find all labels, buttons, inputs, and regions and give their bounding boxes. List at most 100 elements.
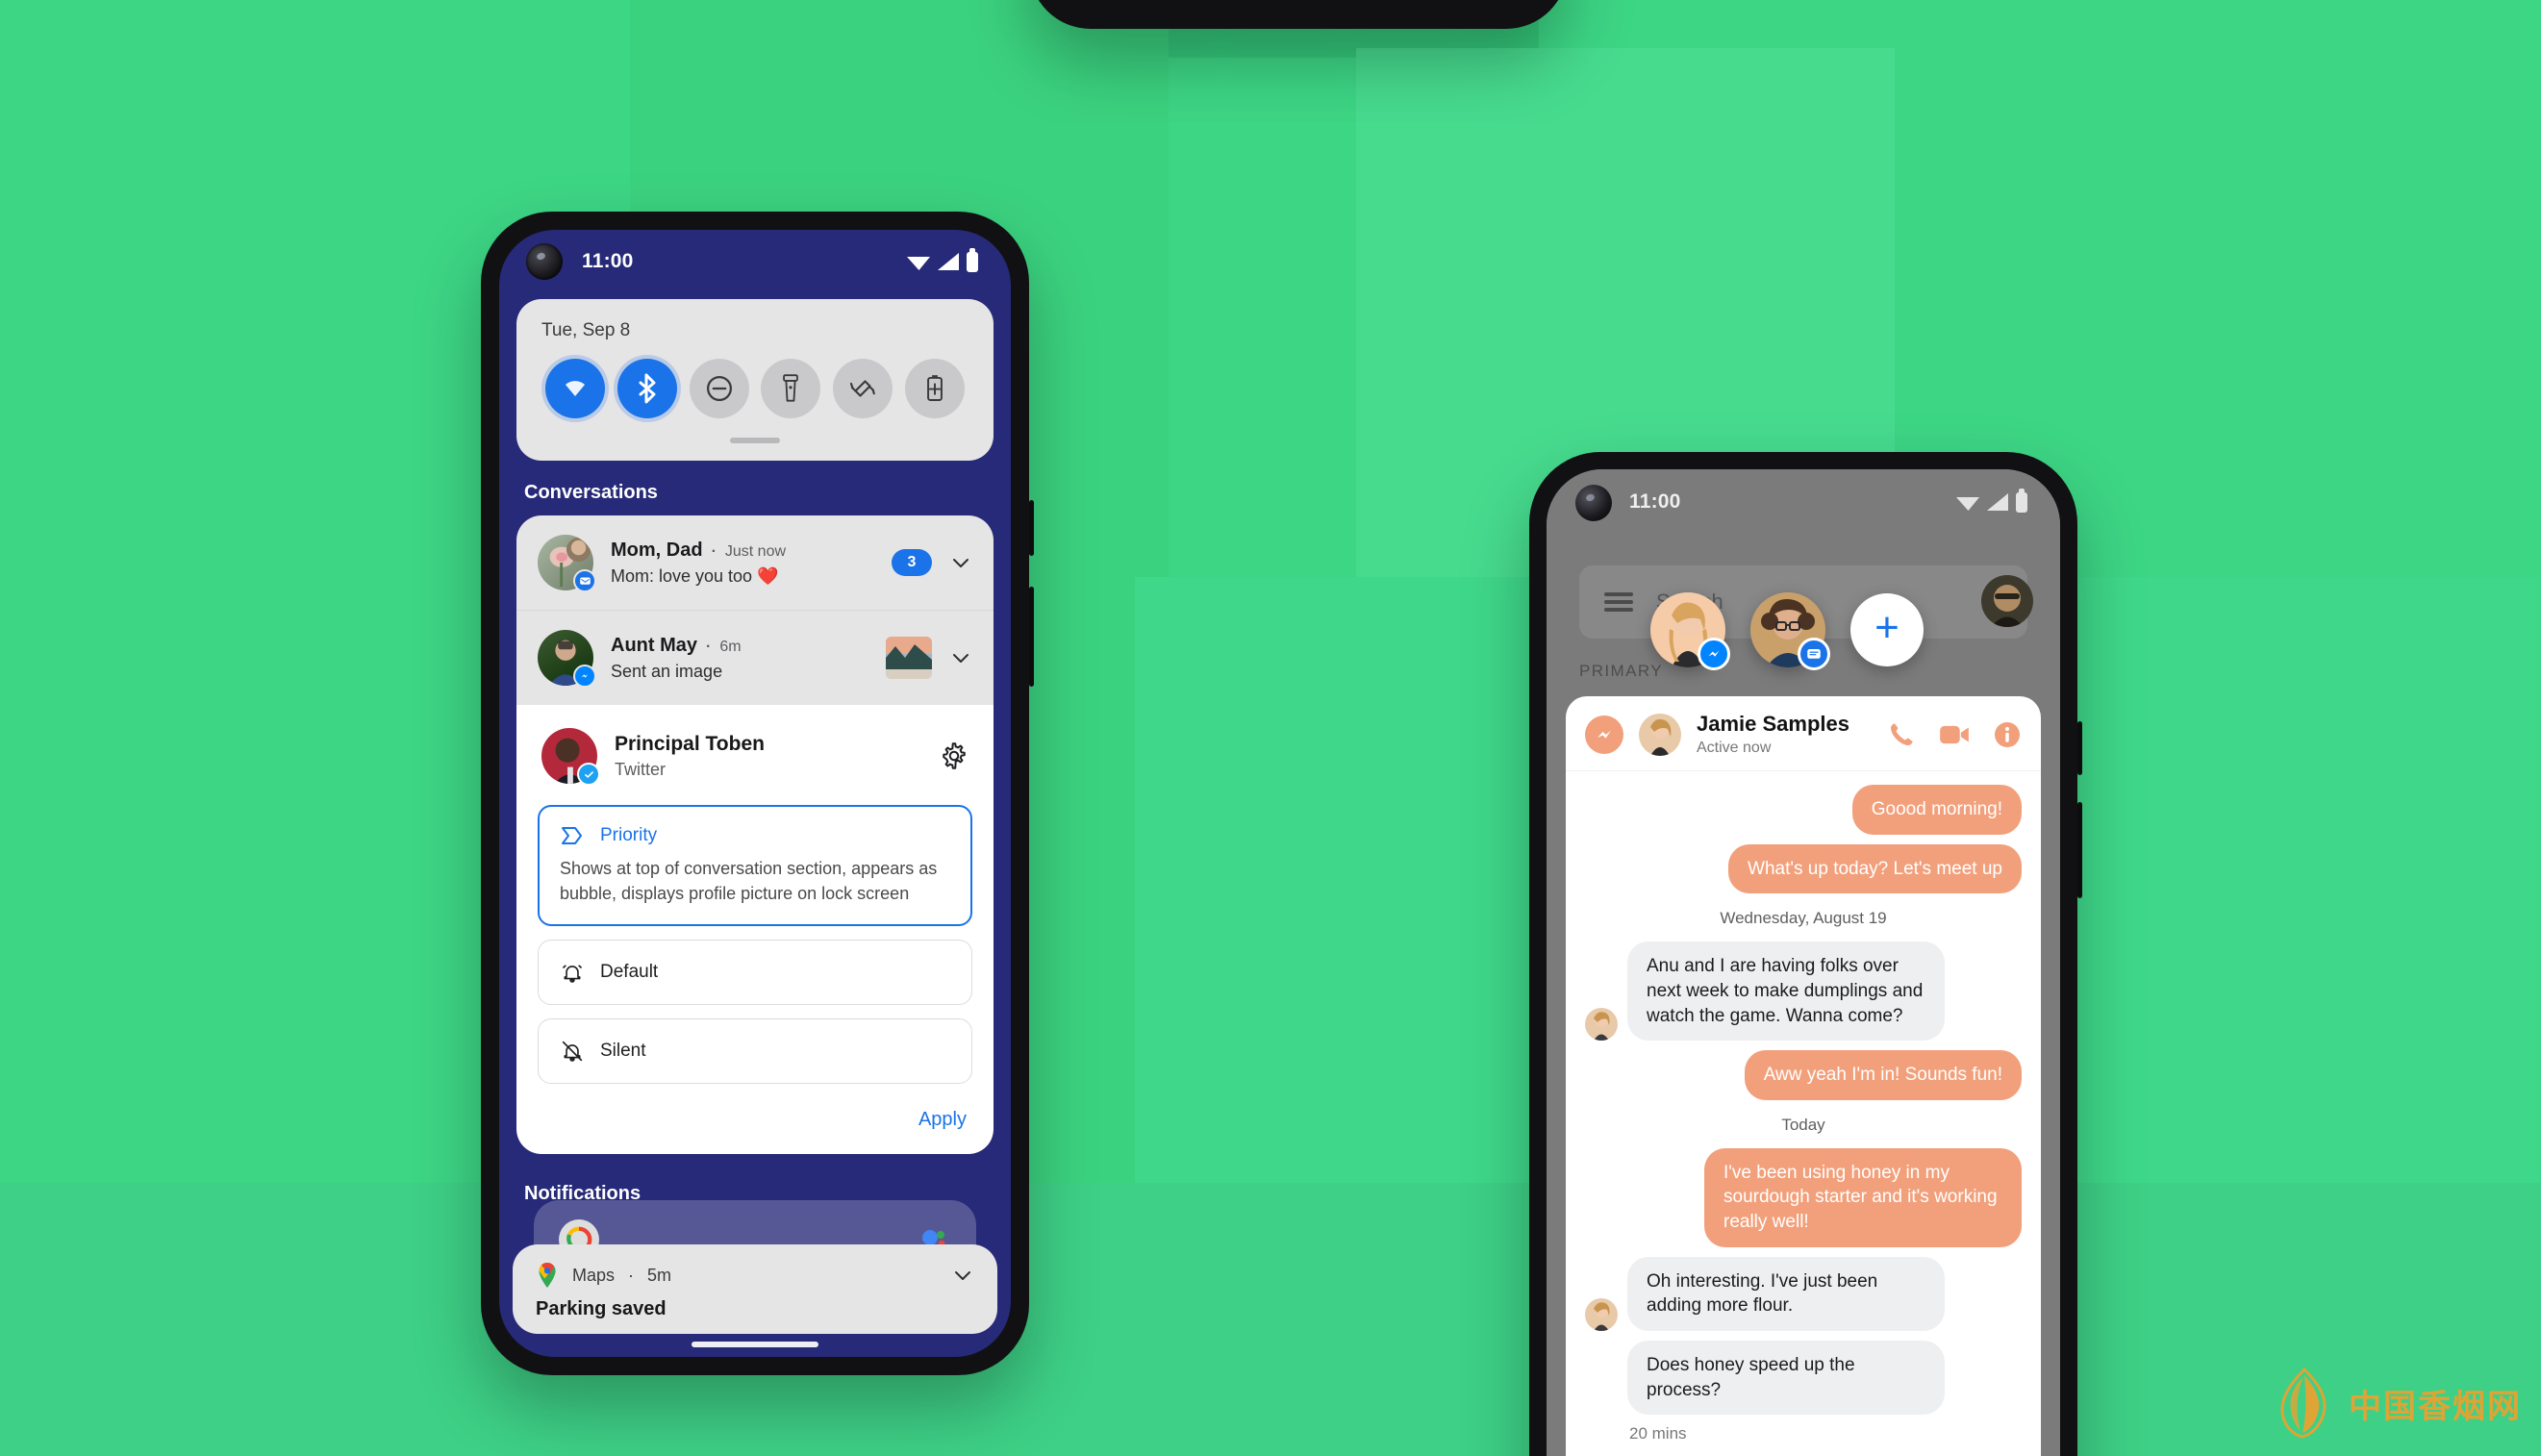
conversation-preview: Sent an image <box>611 661 723 681</box>
qs-tiles <box>541 359 969 418</box>
do-not-disturb-icon <box>706 376 732 401</box>
chat-identity: Jamie Samples Active now <box>1697 712 1849 757</box>
status-time: 11:00 <box>582 250 634 272</box>
phone-frame-left: 11:00 Tue, Sep 8 Conversations Mom, Dad … <box>481 212 1034 1375</box>
message-bubble[interactable]: Goood morning! <box>1851 785 2022 835</box>
background-shape-4 <box>0 1183 2541 1456</box>
front-camera-icon <box>1575 485 1612 521</box>
signal-icon <box>1987 493 2008 511</box>
bluetooth-tile[interactable] <box>616 359 677 418</box>
navigation-handle[interactable] <box>692 1342 818 1347</box>
wifi-tile[interactable] <box>545 359 605 418</box>
bubble-add-button[interactable]: + <box>1850 593 1924 666</box>
message-bubble[interactable]: I've been using honey in my sourdough st… <box>1704 1147 2022 1247</box>
conversation-time: 6m <box>719 638 742 655</box>
option-silent[interactable]: Silent <box>538 1018 972 1085</box>
messenger-icon <box>1698 638 1730 670</box>
twitter-verified-icon <box>577 763 600 786</box>
avatar <box>1585 1298 1618 1332</box>
battery-icon <box>967 247 978 272</box>
option-default-label: Default <box>600 962 659 983</box>
message-bubble[interactable]: What's up today? Let's meet up <box>1728 843 2022 894</box>
message-row: Goood morning! <box>1585 785 2022 835</box>
option-priority-head: Priority <box>560 825 950 846</box>
wifi-icon <box>566 381 585 396</box>
option-default[interactable]: Default <box>538 940 972 1006</box>
gear-icon[interactable] <box>940 741 969 770</box>
option-silent-label: Silent <box>600 1041 646 1062</box>
profile-avatar[interactable] <box>1981 575 2033 627</box>
bluetooth-icon <box>639 373 656 404</box>
notification-card-maps[interactable]: Maps · 5m Parking saved <box>513 1244 997 1335</box>
dnd-tile[interactable] <box>689 359 749 418</box>
phone-frame-right: 11:00 Search PRIMARY <box>1529 452 2082 1456</box>
front-camera-icon <box>526 243 563 280</box>
message-row: Oh interesting. I've just been adding mo… <box>1585 1256 2022 1332</box>
bell-icon <box>563 965 582 983</box>
power-button[interactable] <box>2077 721 2082 775</box>
unread-count-badge[interactable]: 3 <box>892 549 932 576</box>
right-status-bar: 11:00 <box>1547 469 2060 535</box>
separator-dot: · <box>628 1265 635 1285</box>
conversations-section-label: Conversations <box>524 482 658 503</box>
chevron-down-icon[interactable] <box>949 551 972 574</box>
priority-panel-header: Principal Toben Twitter <box>538 724 972 805</box>
status-icons <box>907 247 978 272</box>
separator-dot: · <box>706 638 712 655</box>
message-row: I've been using honey in my sourdough st… <box>1585 1147 2022 1247</box>
priority-flag-icon <box>562 827 582 844</box>
power-button[interactable] <box>1029 500 1034 556</box>
right-phone-screen: 11:00 Search PRIMARY <box>1547 469 2060 1456</box>
wifi-icon <box>907 256 930 270</box>
chevron-down-icon[interactable] <box>951 1264 974 1287</box>
flame-leaf-icon <box>2280 1367 2327 1439</box>
contact-name: Jamie Samples <box>1697 712 1849 736</box>
flashlight-icon <box>783 374 799 402</box>
auto-rotate-tile[interactable] <box>833 359 893 418</box>
option-priority[interactable]: Priority Shows at top of conversation se… <box>538 805 972 927</box>
message-bubble[interactable]: Oh interesting. I've just been adding mo… <box>1627 1256 1945 1332</box>
avatar-group <box>541 728 600 786</box>
qs-date: Tue, Sep 8 <box>541 320 631 340</box>
day-separator: Today <box>1781 1115 1825 1134</box>
wifi-icon <box>1956 496 1979 511</box>
separator-dot: · <box>711 542 717 560</box>
volume-button[interactable] <box>1029 587 1034 687</box>
conversation-row-aunt-may[interactable]: Aunt May · 6m Sent an image <box>516 610 994 705</box>
status-time: 11:00 <box>1629 490 1681 513</box>
attachment-thumbnail[interactable] <box>886 637 932 679</box>
quick-settings-drag-handle[interactable] <box>730 438 780 443</box>
chat-messages: Goood morning! What's up today? Let's me… <box>1566 771 2041 1443</box>
conversation-row-mom-dad[interactable]: Mom, Dad · Just now Mom: love you too ❤️… <box>516 515 994 610</box>
left-status-bar: 11:00 <box>499 230 1011 293</box>
chat-sheet: Jamie Samples Active now Goood morning! … <box>1566 696 2041 1456</box>
message-row: What's up today? Let's meet up <box>1585 843 2022 894</box>
chevron-down-icon[interactable] <box>949 646 972 669</box>
message-bubble[interactable]: Anu and I are having folks over next wee… <box>1627 941 1945 1042</box>
left-phone-screen: 11:00 Tue, Sep 8 Conversations Mom, Dad … <box>499 230 1011 1357</box>
volume-button[interactable] <box>2077 802 2082 898</box>
video-call-icon[interactable] <box>1939 722 1970 747</box>
maps-pin-icon <box>539 1263 556 1289</box>
avatar-group <box>538 535 596 592</box>
hamburger-menu-icon[interactable] <box>1604 592 1633 612</box>
contact-status: Active now <box>1697 740 1772 756</box>
avatar-group <box>538 630 596 688</box>
bell-off-icon <box>562 1042 583 1062</box>
message-bubble[interactable]: Does honey speed up the process? <box>1627 1341 1945 1416</box>
quick-settings-card: Tue, Sep 8 <box>516 299 994 461</box>
notifications-section-label: Notifications <box>524 1183 642 1205</box>
conversation-time: Just now <box>724 542 787 560</box>
notification-time: 5m <box>647 1265 672 1285</box>
call-icon[interactable] <box>1887 720 1916 749</box>
conversation-preview: Mom: love you too ❤️ <box>611 565 779 586</box>
signal-icon <box>938 253 959 270</box>
avatar[interactable] <box>1639 713 1681 756</box>
bubble-jamie[interactable] <box>1650 592 1730 670</box>
info-icon[interactable] <box>1993 720 2022 749</box>
battery-saver-tile[interactable] <box>904 359 965 418</box>
apply-button[interactable]: Apply <box>918 1109 967 1131</box>
bubble-second[interactable] <box>1750 592 1830 670</box>
flashlight-tile[interactable] <box>761 359 821 418</box>
message-bubble[interactable]: Aww yeah I'm in! Sounds fun! <box>1744 1050 2022 1100</box>
